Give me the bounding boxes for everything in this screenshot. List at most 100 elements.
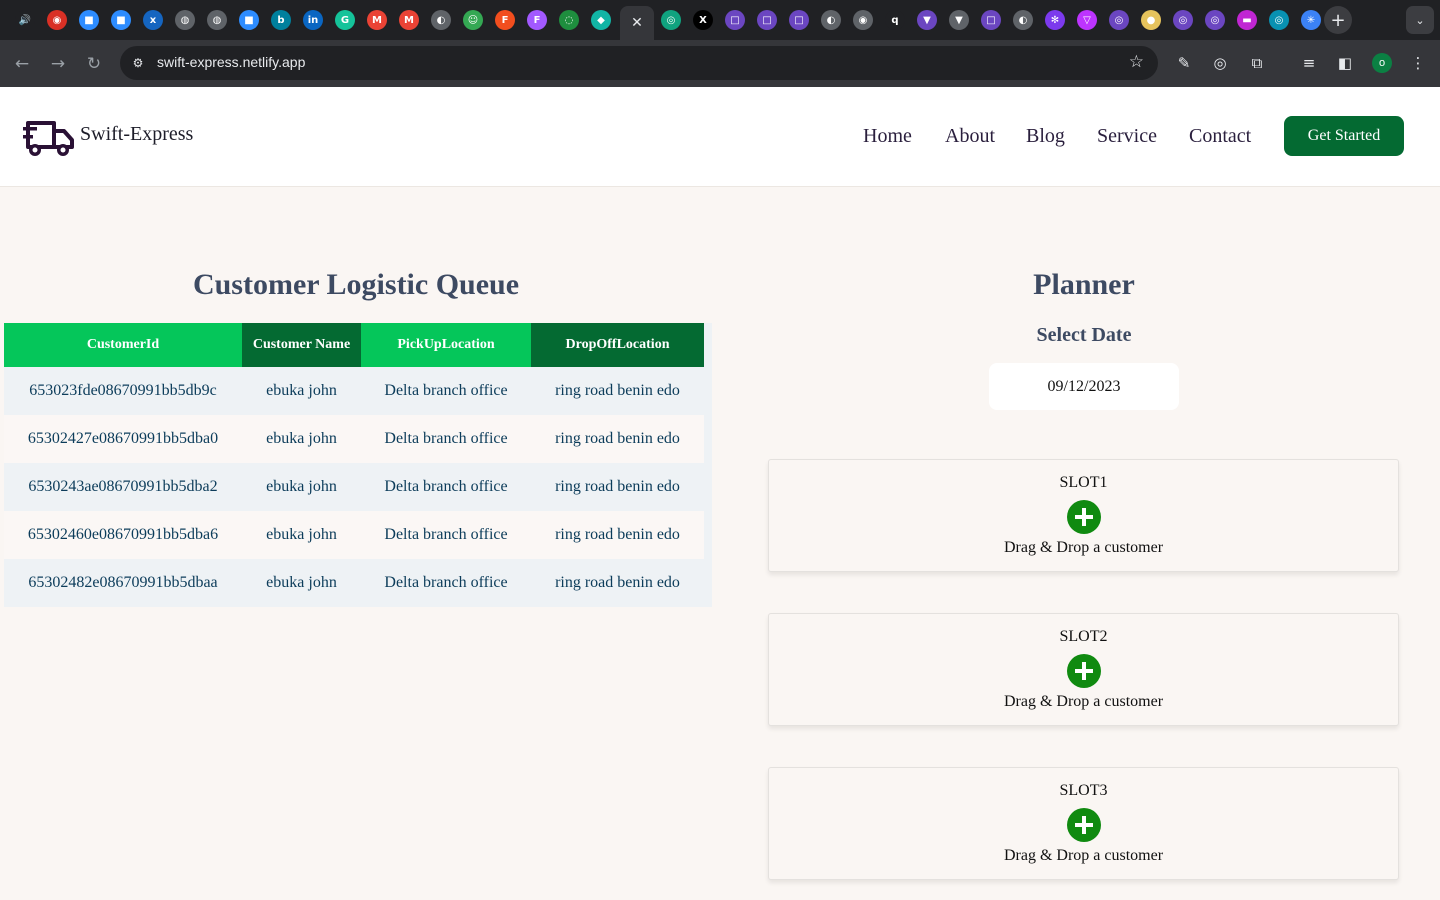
add-circle-icon[interactable] bbox=[1067, 654, 1101, 688]
extension-icon[interactable]: ◎ bbox=[1209, 52, 1231, 74]
slot-name: SLOT2 bbox=[1059, 628, 1108, 645]
side-panel-icon[interactable]: ◧ bbox=[1334, 52, 1356, 74]
figma-icon[interactable]: F bbox=[495, 10, 515, 30]
drag-drop-hint: Drag & Drop a customer bbox=[1003, 847, 1164, 864]
x-icon[interactable]: X bbox=[693, 10, 713, 30]
cell-customer-id: 6530243ae08670991bb5dba2 bbox=[4, 463, 242, 511]
github-icon[interactable]: ◐ bbox=[1013, 10, 1033, 30]
video-icon[interactable]: ■ bbox=[111, 10, 131, 30]
bing-icon[interactable]: b bbox=[271, 10, 291, 30]
cell-customer-name: ebuka john bbox=[242, 367, 361, 415]
app-icon[interactable]: □ bbox=[789, 10, 809, 30]
gmail-icon[interactable]: M bbox=[367, 10, 387, 30]
gmail-icon[interactable]: M bbox=[399, 10, 419, 30]
planner-slot[interactable]: SLOT3 Drag & Drop a customer bbox=[768, 767, 1399, 880]
date-input[interactable] bbox=[989, 363, 1179, 410]
react-icon[interactable]: ✳ bbox=[1301, 10, 1321, 30]
grammarly-icon[interactable]: G bbox=[335, 10, 355, 30]
active-tab[interactable]: ✕ bbox=[620, 6, 654, 40]
table-row[interactable]: 65302427e08670991bb5dba0 ebuka john Delta … bbox=[4, 415, 704, 463]
truck-logo-icon[interactable] bbox=[22, 115, 76, 159]
nav-blog[interactable]: Blog bbox=[1026, 125, 1065, 148]
drag-drop-hint: Drag & Drop a customer bbox=[1003, 539, 1164, 556]
profile-avatar[interactable]: o bbox=[1372, 53, 1392, 73]
drag-drop-hint: Drag & Drop a customer bbox=[1003, 693, 1164, 710]
github-icon[interactable]: ◐ bbox=[821, 10, 841, 30]
column-header-customer-name[interactable]: Customer Name bbox=[242, 323, 361, 367]
planner-slot[interactable]: SLOT2 Drag & Drop a customer bbox=[768, 613, 1399, 726]
queue-panel: CustomerId Customer Name PickUpLocation … bbox=[4, 323, 712, 607]
brand-name[interactable]: Swift-Express bbox=[80, 123, 193, 146]
app-icon[interactable]: □ bbox=[725, 10, 745, 30]
globe-icon[interactable]: ◍ bbox=[207, 10, 227, 30]
linkedin-icon[interactable]: in bbox=[303, 10, 323, 30]
cell-dropoff: ring road benin edo bbox=[531, 463, 704, 511]
search-icon[interactable]: q bbox=[885, 10, 905, 30]
address-bar[interactable]: ⚙ swift-express.netlify.app ☆ bbox=[120, 46, 1158, 80]
site-header: Swift-Express Home About Blog Service Co… bbox=[0, 87, 1440, 187]
speaker-icon[interactable]: 🔊 bbox=[15, 10, 35, 30]
gear-icon[interactable]: ✻ bbox=[1045, 10, 1065, 30]
app-icon[interactable]: ◎ bbox=[1269, 10, 1289, 30]
reload-icon[interactable]: ↻ bbox=[81, 51, 107, 77]
app-icon[interactable]: x bbox=[143, 10, 163, 30]
nav-about[interactable]: About bbox=[945, 125, 995, 148]
add-circle-icon[interactable] bbox=[1067, 808, 1101, 842]
url-text[interactable]: swift-express.netlify.app bbox=[157, 54, 305, 70]
spinner-icon[interactable]: ◌ bbox=[559, 10, 579, 30]
new-tab-button[interactable]: + bbox=[1324, 6, 1352, 34]
app-icon[interactable]: □ bbox=[757, 10, 777, 30]
cell-customer-id: 65302427e08670991bb5dba0 bbox=[4, 415, 242, 463]
forward-icon[interactable]: → bbox=[45, 51, 71, 77]
app-icon[interactable]: ◎ bbox=[1109, 10, 1129, 30]
figma-icon[interactable]: F bbox=[527, 10, 547, 30]
table-row[interactable]: 653023fde08670991bb5db9c ebuka john Delta … bbox=[4, 367, 704, 415]
diamond-icon[interactable]: ◆ bbox=[591, 10, 611, 30]
cell-customer-id: 65302460e08670991bb5dba6 bbox=[4, 511, 242, 559]
app-icon[interactable]: □ bbox=[981, 10, 1001, 30]
chatgpt-icon[interactable]: ◎ bbox=[661, 10, 681, 30]
table-row[interactable]: 6530243ae08670991bb5dba2 ebuka john Delta … bbox=[4, 463, 704, 511]
nav-home[interactable]: Home bbox=[863, 125, 912, 148]
vite-icon[interactable]: ▽ bbox=[1077, 10, 1097, 30]
circle-icon[interactable]: ● bbox=[1141, 10, 1161, 30]
table-row[interactable]: 65302482e08670991bb5dbaa ebuka john Delta … bbox=[4, 559, 704, 607]
robot-icon[interactable]: ☺ bbox=[463, 10, 483, 30]
nav-service[interactable]: Service bbox=[1097, 125, 1157, 148]
column-header-dropoff[interactable]: DropOffLocation bbox=[531, 323, 704, 367]
github-icon[interactable]: ◐ bbox=[431, 10, 451, 30]
nav-contact[interactable]: Contact bbox=[1189, 125, 1251, 148]
menu-icon[interactable]: ⋮ bbox=[1407, 52, 1429, 74]
slot-name: SLOT1 bbox=[1059, 474, 1108, 491]
column-header-customer-id[interactable]: CustomerId bbox=[4, 323, 242, 367]
shield-icon[interactable]: ▼ bbox=[949, 10, 969, 30]
slot-name: SLOT3 bbox=[1059, 782, 1108, 799]
app-icon[interactable]: ◎ bbox=[1173, 10, 1193, 30]
site-info-icon[interactable]: ⚙ bbox=[128, 53, 148, 73]
app-icon[interactable]: ◎ bbox=[1205, 10, 1225, 30]
queue-title: Customer Logistic Queue bbox=[192, 268, 520, 301]
close-tab-icon[interactable]: ✕ bbox=[631, 15, 643, 31]
folder-icon[interactable]: ▬ bbox=[1237, 10, 1257, 30]
video-icon[interactable]: ■ bbox=[239, 10, 259, 30]
get-started-button[interactable]: Get Started bbox=[1284, 116, 1404, 156]
bookmark-star-icon[interactable]: ☆ bbox=[1129, 52, 1144, 72]
reading-list-icon[interactable]: ≡ bbox=[1298, 52, 1320, 74]
cell-customer-name: ebuka john bbox=[242, 415, 361, 463]
chrome-icon[interactable]: ◉ bbox=[853, 10, 873, 30]
puzzle-icon[interactable]: ⧉ bbox=[1246, 52, 1268, 74]
select-date-label: Select Date bbox=[1036, 324, 1132, 346]
cell-pickup: Delta branch office bbox=[361, 463, 531, 511]
video-icon[interactable]: ■ bbox=[79, 10, 99, 30]
planner-title: Planner bbox=[1033, 268, 1135, 301]
add-circle-icon[interactable] bbox=[1067, 500, 1101, 534]
back-icon[interactable]: ← bbox=[9, 51, 35, 77]
eyedropper-icon[interactable]: ✎ bbox=[1173, 52, 1195, 74]
table-row[interactable]: 65302460e08670991bb5dba6 ebuka john Delta … bbox=[4, 511, 704, 559]
shield-icon[interactable]: ▼ bbox=[917, 10, 937, 30]
column-header-pickup[interactable]: PickUpLocation bbox=[361, 323, 531, 367]
tab-search-button[interactable]: ⌄ bbox=[1406, 6, 1434, 34]
planner-slot[interactable]: SLOT1 Drag & Drop a customer bbox=[768, 459, 1399, 572]
globe-icon[interactable]: ◍ bbox=[175, 10, 195, 30]
chat-icon[interactable]: ◉ bbox=[47, 10, 67, 30]
